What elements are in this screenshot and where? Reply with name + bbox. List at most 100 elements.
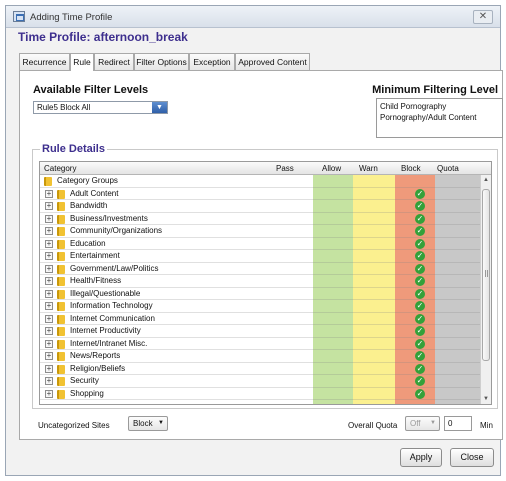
block-check-icon[interactable]: ✓ [415, 326, 425, 336]
expand-icon[interactable]: + [45, 314, 53, 323]
column-header-block[interactable]: Block [401, 162, 421, 175]
folder-icon [57, 239, 65, 249]
profile-title: Time Profile: afternoon_break [18, 30, 188, 44]
folder-icon [57, 302, 65, 311]
expand-icon[interactable]: + [45, 302, 53, 310]
apply-button[interactable]: Apply [400, 448, 442, 467]
block-check-icon[interactable]: ✓ [415, 213, 425, 224]
table-row[interactable]: + Health/Fitness ✓ [40, 275, 482, 288]
scroll-thumb[interactable] [482, 189, 490, 361]
uncategorized-sites-select[interactable]: Block ▼ [128, 416, 168, 431]
block-check-icon[interactable]: ✓ [415, 301, 425, 311]
tab-rule[interactable]: Rule [70, 53, 94, 71]
folder-icon [57, 189, 65, 199]
tab-filter-options[interactable]: Filter Options [134, 53, 189, 70]
table-row[interactable]: + Security ✓ [40, 375, 482, 388]
block-check-icon[interactable]: ✓ [415, 263, 425, 274]
expand-icon[interactable]: + [45, 289, 53, 298]
window-title: Adding Time Profile [30, 12, 113, 23]
folder-icon [57, 352, 65, 361]
expand-icon[interactable]: + [45, 202, 53, 210]
block-check-icon[interactable]: ✓ [415, 338, 425, 349]
block-check-icon[interactable]: ✓ [415, 376, 425, 386]
quota-minutes-input[interactable]: 0 [444, 416, 472, 431]
table-row[interactable]: + Internet Productivity ✓ [40, 325, 482, 338]
table-row[interactable]: + Business/Investments ✓ [40, 213, 482, 225]
expand-icon[interactable]: + [45, 377, 53, 385]
scroll-up-icon[interactable]: ▲ [481, 175, 491, 186]
folder-icon [57, 364, 65, 374]
overall-quota-select[interactable]: Off ▼ [405, 416, 440, 431]
folder-icon [57, 327, 65, 336]
column-header-category[interactable]: Category [44, 162, 76, 175]
tab-recurrence[interactable]: Recurrence [19, 53, 70, 70]
category-label: Business/Investments [70, 213, 148, 223]
category-label: Shopping [70, 388, 104, 398]
title-bar: Adding Time Profile ✕ [6, 6, 500, 28]
folder-icon [57, 264, 65, 274]
tab-redirect[interactable]: Redirect [94, 53, 134, 70]
table-row[interactable]: + Government/Law/Politics ✓ [40, 263, 482, 275]
close-button[interactable]: Close [450, 448, 494, 467]
block-check-icon[interactable]: ✓ [415, 276, 425, 286]
expand-icon[interactable]: + [45, 252, 53, 260]
table-row[interactable]: + Entertainment ✓ [40, 250, 482, 263]
vertical-scrollbar[interactable]: ▲ ▼ [480, 175, 491, 404]
tab-exception[interactable]: Exception [189, 53, 235, 70]
category-label: Bandwidth [70, 201, 108, 210]
folder-icon [57, 277, 65, 286]
grip-icon [485, 270, 488, 277]
overall-quota-value: Off [410, 419, 421, 428]
expand-icon[interactable]: + [45, 227, 53, 235]
block-check-icon[interactable]: ✓ [415, 226, 425, 236]
expand-icon[interactable]: + [45, 327, 53, 335]
block-check-icon[interactable]: ✓ [415, 288, 425, 299]
table-row[interactable]: + Illegal/Questionable ✓ [40, 288, 482, 300]
close-window-button[interactable]: ✕ [473, 10, 493, 24]
table-row[interactable]: + News/Reports ✓ [40, 350, 482, 363]
expand-icon[interactable]: + [45, 389, 53, 398]
block-check-icon[interactable]: ✓ [415, 363, 425, 374]
expand-icon[interactable]: + [45, 364, 53, 373]
table-row[interactable]: + Adult Content ✓ [40, 188, 482, 200]
category-group-row[interactable]: Category Groups [40, 175, 482, 188]
expand-icon[interactable]: + [45, 264, 53, 273]
block-check-icon[interactable]: ✓ [415, 188, 425, 199]
folder-icon [57, 227, 65, 236]
filter-level-select[interactable]: Rule5 Block All ▼ [33, 101, 168, 114]
expand-icon[interactable]: + [45, 339, 53, 348]
tab-approved-content[interactable]: Approved Content [235, 53, 310, 70]
table-row[interactable]: + Education ✓ [40, 238, 482, 250]
table-header: Category Pass Allow Warn Block Quota [40, 162, 491, 175]
table-row[interactable]: + Internet Communication ✓ [40, 313, 482, 325]
block-check-icon[interactable]: ✓ [415, 351, 425, 361]
expand-icon[interactable]: + [45, 239, 53, 248]
scroll-down-icon[interactable]: ▼ [481, 394, 491, 404]
table-row[interactable]: + Community/Organizations ✓ [40, 225, 482, 238]
block-check-icon[interactable]: ✓ [415, 201, 425, 211]
block-check-icon[interactable]: ✓ [415, 251, 425, 261]
table-row[interactable]: + Bandwidth ✓ [40, 200, 482, 213]
column-header-pass[interactable]: Pass [276, 162, 294, 175]
category-label: Entertainment [70, 251, 120, 260]
table-row[interactable]: + Internet/Intranet Misc. ✓ [40, 338, 482, 350]
category-label: Government/Law/Politics [70, 263, 159, 273]
table-row[interactable]: + Religion/Beliefs ✓ [40, 363, 482, 375]
column-header-warn[interactable]: Warn [359, 162, 378, 175]
folder-icon [57, 289, 65, 299]
table-row[interactable]: + Shopping ✓ [40, 388, 482, 400]
block-check-icon[interactable]: ✓ [415, 388, 425, 399]
expand-icon[interactable]: + [45, 352, 53, 360]
list-item: Pornography/Adult Content [380, 113, 477, 122]
column-header-quota[interactable]: Quota [437, 162, 459, 175]
block-check-icon[interactable]: ✓ [415, 313, 425, 324]
column-header-allow[interactable]: Allow [322, 162, 341, 175]
expand-icon[interactable]: + [45, 189, 53, 198]
expand-icon[interactable]: + [45, 214, 53, 223]
rule-details-heading: Rule Details [40, 143, 107, 155]
dropdown-arrow-icon: ▼ [152, 102, 167, 113]
block-check-icon[interactable]: ✓ [415, 238, 425, 249]
table-row[interactable]: + Information Technology ✓ [40, 300, 482, 313]
category-groups-label: Category Groups [57, 176, 118, 185]
expand-icon[interactable]: + [45, 277, 53, 285]
